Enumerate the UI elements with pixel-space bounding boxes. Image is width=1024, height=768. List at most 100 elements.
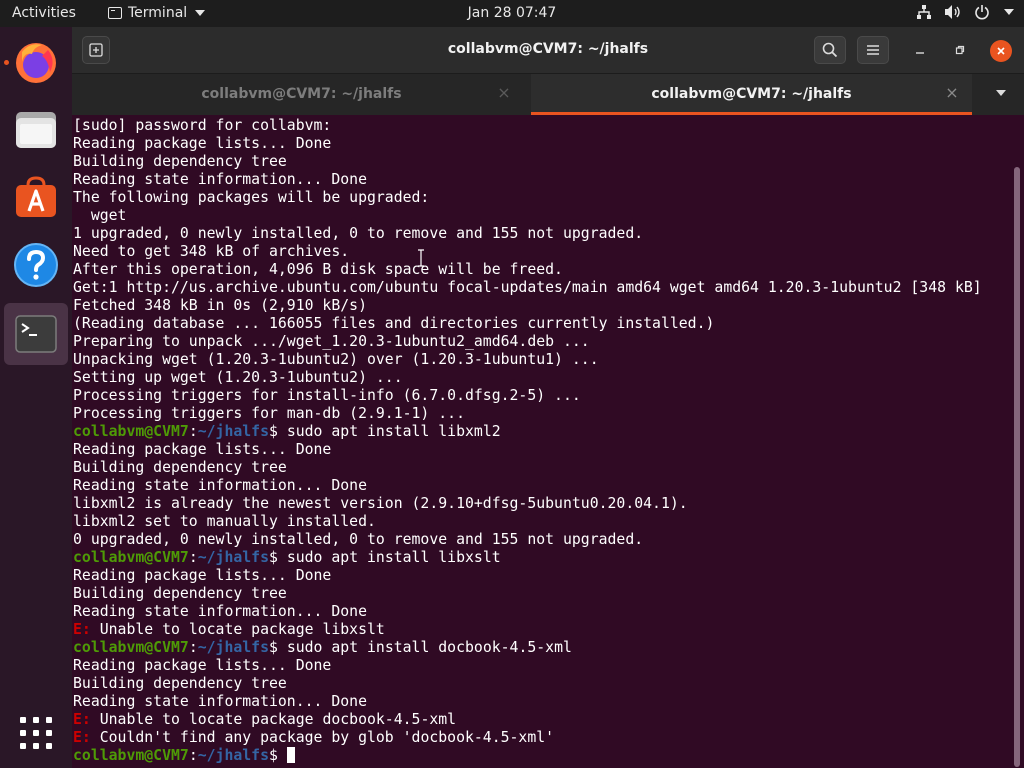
terminal-text: : (188, 549, 198, 566)
app-menu[interactable]: Terminal (108, 5, 206, 21)
terminal-text: wget (73, 207, 127, 224)
terminal-text: Reading package lists... Done (73, 657, 332, 674)
terminal-line: 0 upgraded, 0 newly installed, 0 to remo… (73, 531, 1012, 549)
prompt-user-host: collabvm@CVM7 (73, 549, 189, 566)
error-label: E: (73, 711, 91, 728)
terminal-text: Need to get 348 kB of archives. (73, 243, 350, 260)
chevron-down-icon (195, 10, 206, 16)
terminal-line: Reading package lists... Done (73, 135, 1012, 153)
terminal-text: Reading package lists... Done (73, 441, 332, 458)
terminal-line: Building dependency tree (73, 675, 1012, 693)
terminal-text: libxml2 set to manually installed. (73, 513, 376, 530)
tab-bar: collabvm@CVM7: ~/jhalfs × collabvm@CVM7:… (72, 73, 1024, 115)
terminal-text: Reading state information... Done (73, 171, 367, 188)
terminal-text: Unable to locate package libxslt (90, 621, 385, 638)
close-window-button[interactable] (990, 40, 1012, 62)
clock[interactable]: Jan 28 07:47 (468, 5, 557, 21)
dock-item-help[interactable] (4, 234, 68, 296)
terminal-text: Unable to locate package docbook-4.5-xml (90, 711, 457, 728)
dock-item-terminal[interactable] (4, 303, 68, 365)
tab-label: collabvm@CVM7: ~/jhalfs (201, 86, 402, 102)
tab-0[interactable]: collabvm@CVM7: ~/jhalfs × (72, 74, 531, 115)
close-tab-icon[interactable]: × (944, 85, 960, 101)
search-button[interactable] (814, 36, 846, 64)
new-tab-button[interactable] (82, 36, 110, 64)
terminal-line: Reading package lists... Done (73, 657, 1012, 675)
dock-item-firefox[interactable] (4, 31, 68, 93)
terminal-cursor (286, 747, 295, 763)
terminal-text: $ (269, 747, 287, 764)
system-tray[interactable] (916, 4, 1014, 20)
files-icon (16, 112, 56, 148)
dock (0, 27, 72, 768)
tab-label: collabvm@CVM7: ~/jhalfs (651, 86, 852, 102)
prompt-path: ~/jhalfs (197, 423, 270, 440)
terminal-line: Processing triggers for man-db (2.9.1-1)… (73, 405, 1012, 423)
scrollbar[interactable] (1014, 167, 1020, 767)
prompt-user-host: collabvm@CVM7 (73, 639, 189, 656)
dock-item-software[interactable] (4, 167, 68, 229)
terminal-text: : (188, 639, 198, 656)
prompt-path: ~/jhalfs (197, 639, 270, 656)
terminal-text: $ sudo apt install docbook-4.5-xml (269, 639, 572, 656)
restore-button[interactable] (950, 40, 970, 60)
close-tab-icon[interactable]: × (496, 85, 512, 101)
top-bar: Activities Terminal Jan 28 07:47 (0, 0, 1024, 27)
terminal-line: Reading state information... Done (73, 171, 1012, 189)
error-label: E: (73, 729, 91, 746)
text-cursor-icon (418, 249, 424, 267)
terminal-line: After this operation, 4,096 B disk space… (73, 261, 1012, 279)
terminal-line: Building dependency tree (73, 585, 1012, 603)
terminal-text: $ sudo apt install libxslt (269, 549, 501, 566)
minimize-button[interactable] (910, 40, 930, 60)
terminal-line: Building dependency tree (73, 153, 1012, 171)
terminal-line: libxml2 set to manually installed. (73, 513, 1012, 531)
chevron-down-icon (1004, 9, 1014, 15)
terminal-line: E: Couldn't find any package by glob 'do… (73, 729, 1012, 747)
search-icon (822, 42, 838, 58)
terminal-line: Processing triggers for install-info (6.… (73, 387, 1012, 405)
terminal-text: Reading state information... Done (73, 477, 367, 494)
menu-button[interactable] (857, 36, 889, 64)
terminal-text: Preparing to unpack .../wget_1.20.3-1ubu… (73, 333, 590, 350)
header-bar: collabvm@CVM7: ~/jhalfs (72, 27, 1024, 73)
show-applications-icon[interactable] (20, 717, 52, 749)
terminal-text: : (188, 423, 198, 440)
close-icon (997, 47, 1005, 55)
terminal-line: libxml2 is already the newest version (2… (73, 495, 1012, 513)
network-icon (917, 5, 931, 19)
terminal-text: Reading package lists... Done (73, 567, 332, 584)
help-icon (14, 243, 58, 287)
volume-icon (945, 5, 960, 19)
terminal-text: Processing triggers for install-info (6.… (73, 387, 581, 404)
terminal-text: : (188, 747, 198, 764)
terminal-text: Fetched 348 kB in 0s (2,910 kB/s) (73, 297, 367, 314)
terminal-app-icon (108, 7, 122, 19)
terminal-line: Preparing to unpack .../wget_1.20.3-1ubu… (73, 333, 1012, 351)
activities-button[interactable]: Activities (12, 5, 76, 21)
terminal-text: libxml2 is already the newest version (2… (73, 495, 688, 512)
terminal-icon (15, 315, 57, 353)
terminal-line: (Reading database ... 166055 files and d… (73, 315, 1012, 333)
terminal-text: Unpacking wget (1.20.3-1ubuntu2) over (1… (73, 351, 599, 368)
firefox-icon (16, 43, 56, 83)
terminal-text: 0 upgraded, 0 newly installed, 0 to remo… (73, 531, 644, 548)
terminal-text: (Reading database ... 166055 files and d… (73, 315, 715, 332)
minimize-icon (916, 52, 924, 54)
prompt-path: ~/jhalfs (197, 549, 270, 566)
terminal-output[interactable]: [sudo] password for collabvm: Reading pac… (72, 115, 1012, 768)
terminal-text: [sudo] password for collabvm: (73, 117, 332, 134)
terminal-line: collabvm@CVM7:~/jhalfs$ sudo apt install… (73, 639, 1012, 657)
terminal-line: collabvm@CVM7:~/jhalfs$ (73, 747, 1012, 765)
terminal-line: Unpacking wget (1.20.3-1ubuntu2) over (1… (73, 351, 1012, 369)
terminal-line: Fetched 348 kB in 0s (2,910 kB/s) (73, 297, 1012, 315)
terminal-text: Building dependency tree (73, 153, 287, 170)
terminal-line: Get:1 http://us.archive.ubuntu.com/ubunt… (73, 279, 1012, 297)
tab-1-active[interactable]: collabvm@CVM7: ~/jhalfs × (531, 74, 972, 115)
terminal-line: E: Unable to locate package docbook-4.5-… (73, 711, 1012, 729)
dock-item-files[interactable] (4, 99, 68, 161)
terminal-text: Reading package lists... Done (73, 135, 332, 152)
terminal-text: Setting up wget (1.20.3-1ubuntu2) ... (73, 369, 403, 386)
tab-list-chevron-icon[interactable] (996, 90, 1006, 96)
prompt-user-host: collabvm@CVM7 (73, 747, 189, 764)
